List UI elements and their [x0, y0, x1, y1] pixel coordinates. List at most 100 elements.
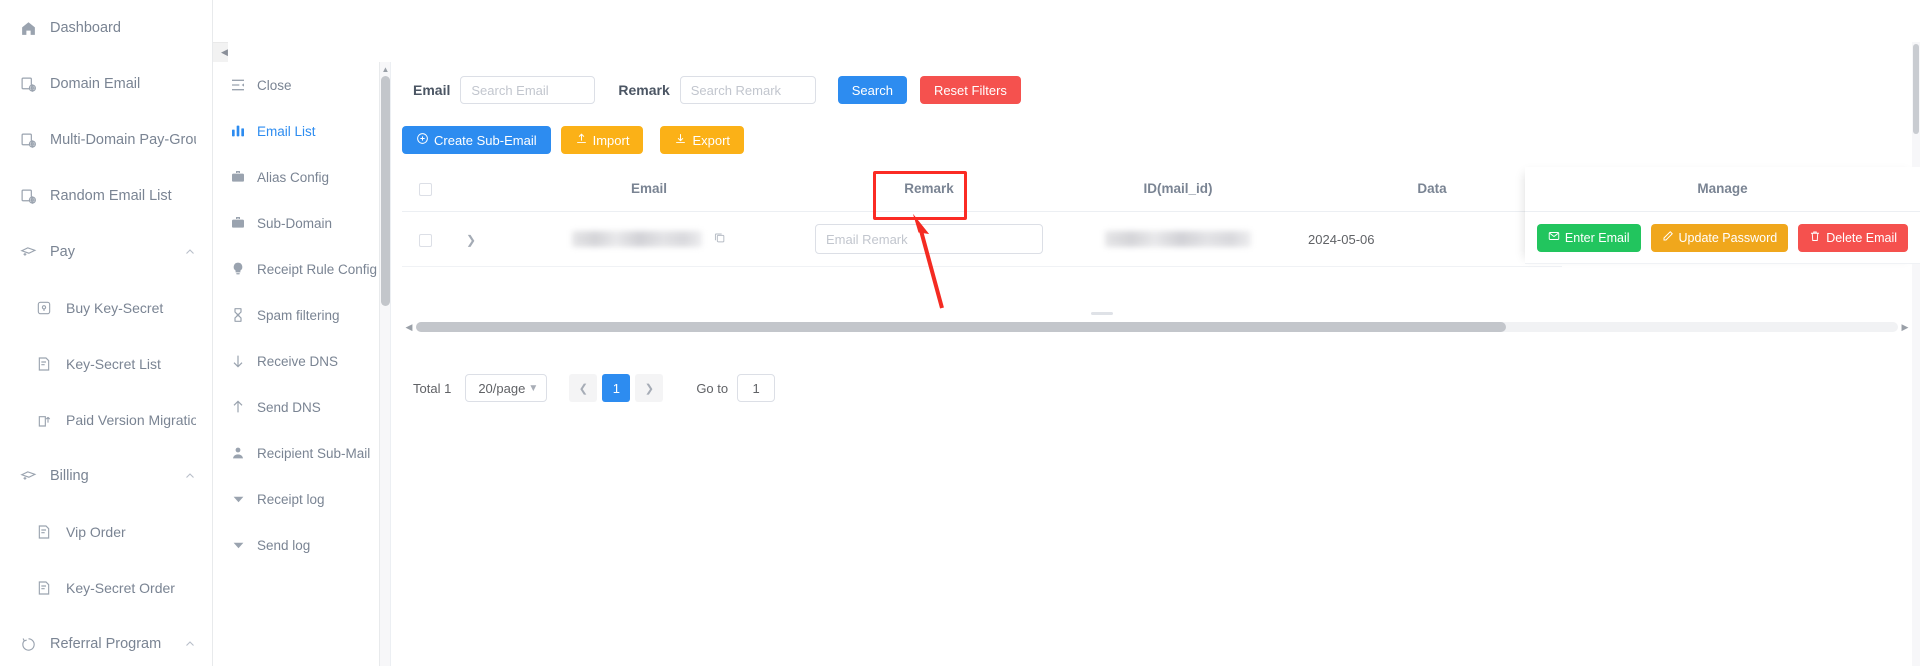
list-icon: [34, 578, 54, 598]
sidebar-item-multi-domain-pay-group[interactable]: Multi-Domain Pay-Group: [0, 112, 212, 168]
submenu-item-label: Email List: [257, 123, 316, 139]
import-label: Import: [592, 132, 630, 148]
scroll-up-icon[interactable]: ▲: [381, 66, 390, 74]
submenu-item-send-dns[interactable]: Send DNS: [213, 384, 379, 430]
hscroll-thumb[interactable]: [416, 322, 1506, 332]
enter-email-label: Enter Email: [1564, 230, 1630, 245]
row-checkbox[interactable]: [418, 233, 432, 247]
prev-page-button[interactable]: ❮: [569, 374, 598, 402]
download-icon: [674, 132, 687, 148]
expand-header: [448, 167, 494, 212]
search-button[interactable]: Search: [837, 76, 907, 104]
goto-page-input[interactable]: [737, 374, 776, 402]
main-region: Domain Version Multi-Domain Pay-Group-Gr…: [213, 0, 1920, 666]
sidebar-item-random-email-list[interactable]: Random Email List: [0, 168, 212, 224]
sidebar-item-label: Multi-Domain Pay-Group: [50, 132, 196, 148]
cell-mail-id: [1054, 211, 1302, 267]
submenu-item-send-log[interactable]: Send log: [213, 522, 379, 568]
edit-icon: [1662, 230, 1674, 245]
sidebar-item-dashboard[interactable]: Dashboard: [0, 0, 212, 56]
page-number-1[interactable]: 1: [602, 374, 631, 402]
submenu-item-label: Recipient Sub-Mail: [257, 445, 371, 461]
column-email: Email: [494, 167, 804, 212]
content-vertical-scrollbar[interactable]: ▲: [380, 62, 391, 666]
main-sidebar: Dashboard Domain Email Multi-Domain Pay-…: [0, 0, 213, 666]
sidebar-item-buy-key-secret[interactable]: Buy Key-Secret: [0, 280, 212, 336]
domain-email-icon: [18, 130, 38, 150]
scroll-thumb[interactable]: [381, 76, 390, 306]
search-remark-input[interactable]: [679, 76, 816, 104]
module-submenu: Close Email List Alias Config Sub-Domain…: [213, 62, 380, 666]
submenu-item-label: Receipt Rule Config: [257, 261, 378, 277]
export-label: Export: [692, 132, 731, 148]
sidebar-item-paid-version-migration[interactable]: Paid Version Migration: [0, 392, 212, 448]
email-filter-label: Email: [413, 82, 451, 98]
enter-email-button[interactable]: Enter Email: [1536, 223, 1641, 252]
hscroll-track[interactable]: [416, 322, 1898, 332]
row-expand-cell: ❯: [448, 211, 494, 267]
table-horizontal-scrollbar[interactable]: ◀ ▶: [402, 320, 1912, 334]
submenu-item-alias-config[interactable]: Alias Config: [213, 154, 379, 200]
copy-icon[interactable]: [713, 232, 726, 247]
sidebar-item-vip-order[interactable]: Vip Order: [0, 504, 212, 560]
sidebar-item-label: Pay: [50, 244, 75, 260]
pagination: Total 1 20/page ▼ ❮ 1 ❯ Go to: [413, 374, 776, 402]
sidebar-item-label: Random Email List: [50, 188, 172, 204]
column-date: Data: [1302, 167, 1562, 212]
sidebar-item-domain-email[interactable]: Domain Email: [0, 56, 212, 112]
submenu-item-spam-filtering[interactable]: Spam filtering: [213, 292, 379, 338]
cell-date: 2024-05-06: [1302, 211, 1562, 267]
email-remark-input[interactable]: [815, 224, 1043, 254]
page-vertical-scrollbar[interactable]: [1912, 42, 1920, 666]
sidebar-item-label: Billing: [50, 468, 89, 484]
table-row: ❯ Email Remark 2024-05-06: [402, 211, 1562, 267]
column-manage: Manage: [1525, 167, 1920, 212]
submenu-item-close[interactable]: Close: [213, 62, 379, 108]
panel-collapse-strip[interactable]: ◀ ▶: [213, 0, 1920, 386]
arrow-up-icon: [229, 399, 247, 415]
scroll-left-icon[interactable]: ◀: [402, 322, 416, 333]
email-table: Email Remark ID(mail_id) Data ❯ Email Re…: [402, 167, 1562, 267]
reset-filters-button[interactable]: Reset Filters: [919, 76, 1021, 104]
sidebar-item-billing[interactable]: Billing: [0, 448, 212, 504]
sidebar-item-label: Dashboard: [50, 20, 121, 36]
cell-email: [494, 211, 804, 267]
submenu-item-email-list[interactable]: Email List: [213, 108, 379, 154]
pay-icon: [18, 466, 38, 486]
create-sub-email-button[interactable]: Create Sub-Email: [402, 126, 551, 154]
collapse-left-icon[interactable]: ◀: [221, 48, 228, 57]
submenu-item-receipt-rule-config[interactable]: Receipt Rule Config: [213, 246, 379, 292]
expand-row-icon[interactable]: ❯: [466, 233, 476, 247]
total-count-label: Total 1: [413, 380, 452, 396]
sidebar-item-key-secret-order[interactable]: Key-Secret Order: [0, 560, 212, 616]
home-icon: [18, 18, 38, 38]
sidebar-item-label: Referral Program: [50, 636, 162, 652]
delete-email-button[interactable]: Delete Email: [1798, 223, 1909, 252]
submenu-item-recipient-sub-mail[interactable]: Recipient Sub-Mail: [213, 430, 379, 476]
submenu-item-sub-domain[interactable]: Sub-Domain: [213, 200, 379, 246]
page-size-select[interactable]: 20/page ▼: [465, 374, 548, 402]
update-password-label: Update Password: [1678, 230, 1778, 245]
page-scroll-thumb[interactable]: [1913, 44, 1919, 134]
submenu-item-receive-dns[interactable]: Receive DNS: [213, 338, 379, 384]
submenu-item-label: Spam filtering: [257, 307, 340, 323]
cell-remark: [804, 211, 1054, 267]
export-button[interactable]: Export: [660, 126, 745, 154]
select-all-checkbox[interactable]: [418, 182, 432, 196]
update-password-button[interactable]: Update Password: [1650, 223, 1789, 252]
sidebar-item-pay[interactable]: Pay: [0, 224, 212, 280]
submenu-item-label: Alias Config: [257, 169, 330, 185]
email-list-content: Email Remark Search Reset Filters: [391, 62, 1920, 666]
sidebar-item-key-secret-list[interactable]: Key-Secret List: [0, 336, 212, 392]
submenu-item-receipt-log[interactable]: Receipt log: [213, 476, 379, 522]
chevron-down-icon: ▼: [528, 382, 539, 394]
sidebar-item-referral-program[interactable]: Referral Program: [0, 616, 212, 666]
row-resize-handle[interactable]: [1091, 312, 1113, 315]
next-page-button[interactable]: ❯: [635, 374, 664, 402]
panel-body: Close Email List Alias Config Sub-Domain…: [213, 62, 1920, 666]
search-email-input[interactable]: [460, 76, 596, 104]
upload-icon: [575, 132, 588, 148]
scroll-right-icon[interactable]: ▶: [1898, 322, 1912, 333]
app-root: Dashboard Domain Email Multi-Domain Pay-…: [0, 0, 1920, 666]
import-button[interactable]: Import: [560, 126, 644, 154]
